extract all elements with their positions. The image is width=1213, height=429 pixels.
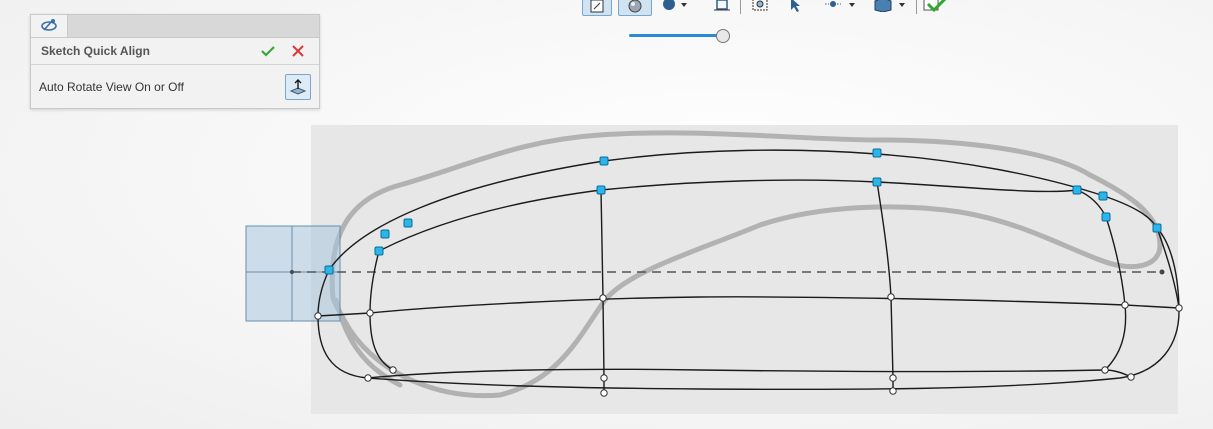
spline-handle[interactable] — [374, 246, 384, 256]
spline-handle[interactable] — [1152, 223, 1162, 233]
spline-handle[interactable] — [403, 218, 413, 228]
spline-handle[interactable] — [872, 177, 882, 187]
sketch-point[interactable] — [1127, 373, 1135, 381]
spline-handle[interactable] — [1072, 185, 1082, 195]
spline-handle[interactable] — [380, 229, 390, 239]
sketch-point[interactable] — [1121, 301, 1129, 309]
spline-handle[interactable] — [324, 265, 334, 275]
spline-handle[interactable] — [596, 185, 606, 195]
sketch-point[interactable] — [364, 374, 372, 382]
spline-handle[interactable] — [1101, 212, 1111, 222]
spline-handle[interactable] — [599, 156, 609, 166]
sketch-point[interactable] — [599, 294, 607, 302]
sketch-point[interactable] — [389, 366, 397, 374]
sketch-point[interactable] — [314, 312, 322, 320]
centerline-endpoint — [1159, 269, 1165, 275]
sketch-point[interactable] — [1101, 366, 1109, 374]
sketch-point[interactable] — [600, 389, 608, 397]
sketch-point[interactable] — [887, 293, 895, 301]
sketch-point[interactable] — [600, 374, 608, 382]
sketch-point[interactable] — [889, 387, 897, 395]
spline-handle[interactable] — [872, 148, 882, 158]
sketch-point[interactable] — [366, 309, 374, 317]
spline-handle[interactable] — [1098, 191, 1108, 201]
sketch-point[interactable] — [1175, 304, 1183, 312]
sketch-point[interactable] — [889, 374, 897, 382]
sketch-canvas — [245, 125, 1183, 414]
